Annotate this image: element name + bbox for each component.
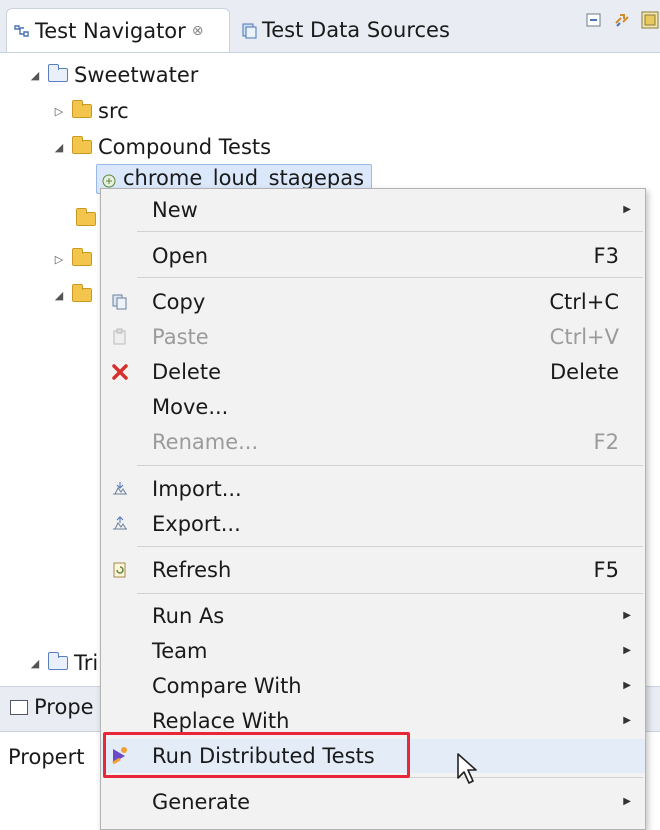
menu-item-label: Open	[152, 244, 209, 268]
menu-separator	[137, 277, 643, 278]
menu-item-shortcut: F5	[593, 558, 619, 582]
tree-node-label: chrome_loud_stagepas	[123, 166, 365, 190]
tab-label: Test Navigator	[35, 18, 186, 43]
column-header-property[interactable]: Propert	[8, 745, 84, 769]
tree-node-second-project[interactable]: ◢ Tri	[28, 646, 98, 680]
delete-icon	[109, 361, 131, 383]
collapse-all-icon[interactable]	[584, 10, 604, 30]
submenu-arrow-icon: ▶	[623, 645, 631, 656]
tree-node-label: src	[98, 99, 129, 123]
expanded-arrow-icon[interactable]: ◢	[28, 657, 42, 670]
tab-test-data-sources[interactable]: Test Data Sources	[240, 8, 450, 52]
menu-item-shortcut: Ctrl+C	[549, 290, 619, 314]
menu-item-compare-with[interactable]: Compare With ▶	[101, 669, 645, 703]
tab-properties[interactable]: Prope	[10, 695, 94, 719]
menu-item-delete[interactable]: Delete Delete	[101, 355, 645, 389]
project-folder-icon	[48, 652, 68, 670]
menu-separator	[137, 231, 643, 232]
menu-item-label: Replace With	[152, 709, 290, 733]
link-with-editor-icon[interactable]	[612, 10, 632, 30]
menu-item-shortcut: Ctrl+V	[549, 325, 619, 349]
collapsed-arrow-icon[interactable]: ▷	[52, 253, 66, 266]
tree-node-label: Compound Tests	[98, 135, 272, 159]
menu-item-copy[interactable]: Copy Ctrl+C	[101, 285, 645, 319]
menu-item-label: Compare With	[152, 674, 302, 698]
copy-icon	[109, 291, 131, 313]
view-toolbar	[584, 10, 660, 30]
source-folder-icon	[72, 100, 92, 118]
mouse-cursor-icon	[456, 752, 482, 793]
menu-item-label: Copy	[152, 290, 206, 314]
menu-item-label: Rename...	[152, 430, 259, 454]
export-icon	[109, 513, 131, 535]
submenu-arrow-icon: ▶	[623, 610, 631, 621]
test-navigator-icon	[13, 22, 31, 40]
submenu-arrow-icon: ▶	[623, 204, 631, 215]
highlight-annotation	[103, 732, 410, 778]
project-folder-icon	[48, 64, 68, 82]
data-sources-icon	[240, 21, 258, 39]
refresh-icon	[109, 559, 131, 581]
tree-node-folder[interactable]	[76, 202, 102, 236]
folder-icon	[72, 248, 92, 266]
tree-node-project[interactable]: ◢ Sweetwater	[28, 58, 199, 92]
tab-test-navigator[interactable]: Test Navigator ⊗	[6, 8, 230, 52]
folder-icon	[76, 208, 96, 226]
menu-item-new[interactable]: New ▶	[101, 193, 645, 227]
tree-node-src[interactable]: ▷ src	[52, 94, 129, 128]
menu-item-shortcut: F2	[593, 430, 619, 454]
menu-item-label: Refresh	[152, 558, 232, 582]
menu-item-label: Delete	[152, 360, 221, 384]
menu-item-open[interactable]: Open F3	[101, 239, 645, 273]
menu-separator	[137, 546, 643, 547]
tab-label: Test Data Sources	[262, 18, 450, 42]
menu-separator	[137, 593, 643, 594]
submenu-arrow-icon: ▶	[623, 680, 631, 691]
tree-node-folder[interactable]: ◢	[52, 278, 98, 312]
menu-item-run-as[interactable]: Run As ▶	[101, 599, 645, 633]
submenu-arrow-icon: ▶	[623, 715, 631, 726]
menu-item-team[interactable]: Team ▶	[101, 634, 645, 668]
folder-icon	[72, 284, 92, 302]
tree-node-compound-tests[interactable]: ◢ Compound Tests	[52, 130, 271, 164]
properties-icon	[10, 699, 28, 715]
paste-icon	[109, 326, 131, 348]
menu-item-refresh[interactable]: Refresh F5	[101, 553, 645, 587]
submenu-arrow-icon: ▶	[623, 796, 631, 807]
menu-item-generate[interactable]: Generate ▶	[101, 785, 645, 819]
folder-icon	[72, 136, 92, 154]
menu-item-paste[interactable]: Paste Ctrl+V	[101, 320, 645, 354]
menu-item-label: Run As	[152, 604, 225, 628]
menu-item-label: Import...	[152, 477, 242, 501]
tree-node-label: Tri	[74, 651, 99, 675]
expanded-arrow-icon[interactable]: ◢	[52, 141, 66, 154]
import-icon	[109, 478, 131, 500]
menu-item-label: Generate	[152, 790, 251, 814]
view-menu-icon[interactable]	[640, 10, 660, 30]
menu-item-shortcut: F3	[593, 244, 619, 268]
menu-separator	[137, 465, 643, 466]
compound-test-icon	[101, 170, 117, 188]
expanded-arrow-icon[interactable]: ◢	[52, 289, 66, 302]
menu-item-label: Team	[152, 639, 208, 663]
view-tab-bar: Test Navigator ⊗ Test Data Sources	[0, 0, 660, 53]
menu-item-rename[interactable]: Rename... F2	[101, 425, 645, 459]
expanded-arrow-icon[interactable]: ◢	[28, 69, 42, 82]
tab-label: Prope	[34, 695, 94, 719]
close-icon[interactable]: ⊗	[192, 23, 204, 39]
menu-item-label: New	[152, 198, 198, 222]
menu-item-import[interactable]: Import...	[101, 472, 645, 506]
menu-item-export[interactable]: Export...	[101, 507, 645, 541]
tree-node-folder[interactable]: ▷	[52, 242, 98, 276]
menu-item-move[interactable]: Move...	[101, 390, 645, 424]
menu-item-label: Export...	[152, 512, 241, 536]
menu-item-shortcut: Delete	[550, 360, 619, 384]
menu-item-label: Move...	[152, 395, 229, 419]
collapsed-arrow-icon[interactable]: ▷	[52, 105, 66, 118]
tree-node-label: Sweetwater	[74, 63, 199, 87]
menu-item-label: Paste	[152, 325, 209, 349]
